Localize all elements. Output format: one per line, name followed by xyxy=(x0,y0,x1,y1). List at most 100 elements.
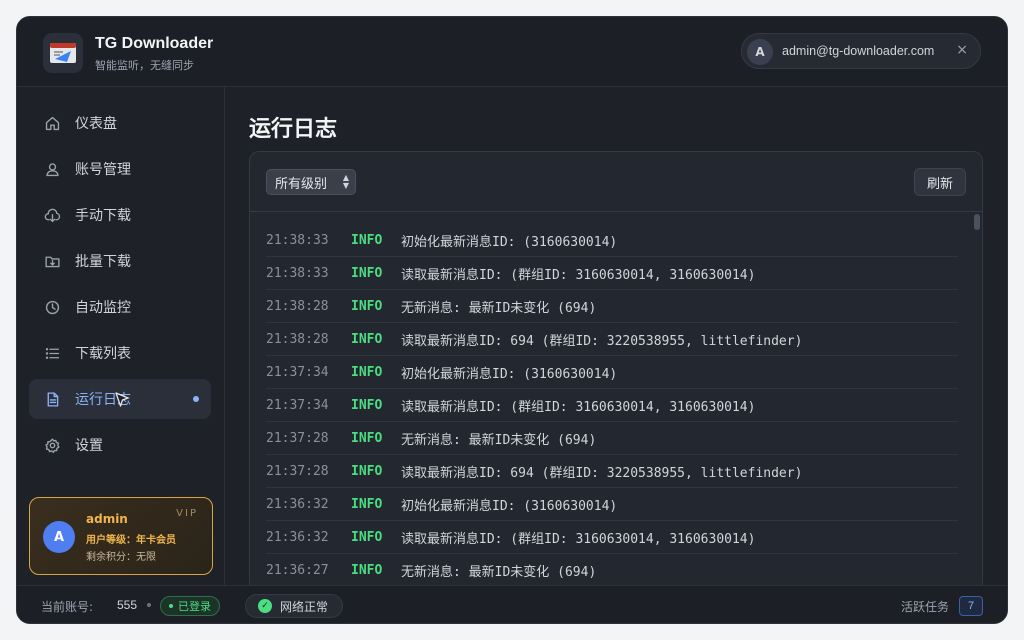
separator-dot xyxy=(147,603,151,607)
list-icon xyxy=(43,344,61,362)
log-message: 无新消息: 最新ID未变化 (694) xyxy=(401,300,597,316)
log-level: INFO xyxy=(351,298,383,314)
log-message: 初始化最新消息ID: (3160630014) xyxy=(401,366,618,382)
vip-level: 用户等级：年卡会员 xyxy=(86,535,176,546)
sidebar-item-download-list[interactable]: 下载列表 xyxy=(29,333,211,373)
sidebar-item-manual-download[interactable]: 手动下载 xyxy=(29,195,211,235)
log-row: 21:38:33 INFO 读取最新消息ID: (群组ID: 3160630014,… xyxy=(266,257,958,290)
app-window: TG Downloader 智能监听，无缝同步 A admin@tg-downl… xyxy=(16,16,1008,624)
sidebar: 仪表盘 账号管理 手动下载 批量下载 自动监控 下载列表 运行日志 设置 A a… xyxy=(17,87,225,585)
log-list[interactable]: 21:38:33 INFO 初始化最新消息ID: (3160630014) 21:38… xyxy=(266,224,958,590)
log-row: 21:36:32 INFO 初始化最新消息ID: (3160630014) xyxy=(266,488,958,521)
avatar: A xyxy=(747,39,773,65)
network-status: ✓ 网络正常 xyxy=(245,594,343,618)
app-subtitle: 智能监听，无缝同步 xyxy=(95,59,194,72)
active-tasks-count[interactable]: 7 xyxy=(959,596,983,616)
log-message: 读取最新消息ID: 694 (群组ID: 3220538955, littlef… xyxy=(401,465,803,481)
log-toolbar: 所有级别 ▲ ▼ 刷新 xyxy=(250,152,982,212)
page-title: 运行日志 xyxy=(249,117,338,142)
log-timestamp: 21:36:32 xyxy=(266,496,329,512)
log-message: 读取最新消息ID: 694 (群组ID: 3220538955, littlef… xyxy=(401,333,803,349)
log-timestamp: 21:37:28 xyxy=(266,463,329,479)
cloud-download-icon xyxy=(43,206,61,224)
log-level: INFO xyxy=(351,463,383,479)
sidebar-item-settings[interactable]: 设置 xyxy=(29,425,211,465)
sidebar-item-batch-download[interactable]: 批量下载 xyxy=(29,241,211,281)
active-tasks-label: 活跃任务 xyxy=(900,600,949,614)
header: TG Downloader 智能监听，无缝同步 A admin@tg-downl… xyxy=(17,17,1007,87)
log-timestamp: 21:37:34 xyxy=(266,364,329,380)
log-level: INFO xyxy=(351,397,383,413)
log-timestamp: 21:38:28 xyxy=(266,298,329,314)
log-timestamp: 21:38:33 xyxy=(266,232,329,248)
sidebar-item-label: 批量下载 xyxy=(75,254,131,270)
log-message: 读取最新消息ID: (群组ID: 3160630014, 3160630014) xyxy=(401,531,756,547)
log-level: INFO xyxy=(351,562,383,578)
user-icon xyxy=(43,160,61,178)
log-message: 读取最新消息ID: (群组ID: 3160630014, 3160630014) xyxy=(401,399,756,415)
level-filter-select[interactable]: 所有级别 ▲ ▼ xyxy=(266,169,356,195)
sidebar-item-auto-monitor[interactable]: 自动监控 xyxy=(29,287,211,327)
network-status-text: 网络正常 xyxy=(280,599,329,614)
log-message: 初始化最新消息ID: (3160630014) xyxy=(401,498,618,514)
current-account-label: 当前账号: xyxy=(41,600,94,614)
sidebar-item-label: 账号管理 xyxy=(75,162,131,178)
log-row: 21:38:28 INFO 无新消息: 最新ID未变化 (694) xyxy=(266,290,958,323)
sidebar-item-label: 设置 xyxy=(75,438,103,454)
login-status-text: 已登录 xyxy=(178,600,211,613)
user-email: admin@tg-downloader.com xyxy=(782,44,935,58)
log-timestamp: 21:38:28 xyxy=(266,331,329,347)
vip-badge: VIP xyxy=(176,508,198,519)
sidebar-item-accounts[interactable]: 账号管理 xyxy=(29,149,211,189)
sidebar-item-dashboard[interactable]: 仪表盘 xyxy=(29,103,211,143)
login-status-badge: 已登录 xyxy=(160,596,220,616)
vip-card[interactable]: A admin 用户等级：年卡会员 剩余积分：无限 VIP xyxy=(29,497,213,575)
sidebar-item-logs[interactable]: 运行日志 xyxy=(29,379,211,419)
check-circle-icon: ✓ xyxy=(258,599,272,613)
user-menu[interactable]: A admin@tg-downloader.com × xyxy=(741,33,981,69)
home-icon xyxy=(43,114,61,132)
log-row: 21:38:28 INFO 读取最新消息ID: 694 (群组ID: 3220538… xyxy=(266,323,958,356)
active-indicator xyxy=(193,396,199,402)
status-bar: 当前账号: 555 已登录 ✓ 网络正常 活跃任务 7 xyxy=(17,585,1007,623)
log-level: INFO xyxy=(351,529,383,545)
sidebar-item-label: 下载列表 xyxy=(75,346,131,362)
log-row: 21:36:27 INFO 无新消息: 最新ID未变化 (694) xyxy=(266,554,958,587)
document-icon xyxy=(43,390,61,408)
log-message: 初始化最新消息ID: (3160630014) xyxy=(401,234,618,250)
sidebar-item-label: 手动下载 xyxy=(75,208,131,224)
log-message: 无新消息: 最新ID未变化 (694) xyxy=(401,564,597,580)
close-icon[interactable]: × xyxy=(956,42,968,58)
log-row: 21:36:32 INFO 读取最新消息ID: (群组ID: 3160630014,… xyxy=(266,521,958,554)
gear-icon xyxy=(43,436,61,454)
log-level: INFO xyxy=(351,364,383,380)
log-row: 21:37:34 INFO 读取最新消息ID: (群组ID: 3160630014,… xyxy=(266,389,958,422)
log-message: 无新消息: 最新ID未变化 (694) xyxy=(401,432,597,448)
log-timestamp: 21:37:28 xyxy=(266,430,329,446)
select-arrows-icon: ▲ ▼ xyxy=(342,173,349,190)
vip-username: admin xyxy=(86,512,128,526)
vip-points: 剩余积分：无限 xyxy=(86,552,156,563)
app-title: TG Downloader xyxy=(95,35,214,52)
current-account-value: 555 xyxy=(117,598,138,612)
level-filter-value: 所有级别 xyxy=(275,176,328,192)
log-level: INFO xyxy=(351,430,383,446)
refresh-button[interactable]: 刷新 xyxy=(914,168,966,196)
log-row: 21:37:34 INFO 初始化最新消息ID: (3160630014) xyxy=(266,356,958,389)
scrollbar-thumb[interactable] xyxy=(974,214,980,230)
clock-icon xyxy=(43,298,61,316)
log-message: 读取最新消息ID: (群组ID: 3160630014, 3160630014) xyxy=(401,267,756,283)
log-panel: 所有级别 ▲ ▼ 刷新 21:38:33 INFO 初始化最新消息ID: (31606… xyxy=(249,151,983,591)
mouse-cursor-icon xyxy=(115,392,129,407)
log-timestamp: 21:36:27 xyxy=(266,562,329,578)
log-level: INFO xyxy=(351,331,383,347)
log-timestamp: 21:36:32 xyxy=(266,529,329,545)
status-dot-icon xyxy=(169,604,173,608)
sidebar-item-label: 仪表盘 xyxy=(75,116,117,132)
log-row: 21:37:28 INFO 无新消息: 最新ID未变化 (694) xyxy=(266,422,958,455)
log-level: INFO xyxy=(351,496,383,512)
avatar: A xyxy=(43,521,75,553)
folder-download-icon xyxy=(43,252,61,270)
scrollbar[interactable] xyxy=(972,212,982,590)
log-row: 21:38:33 INFO 初始化最新消息ID: (3160630014) xyxy=(266,224,958,257)
